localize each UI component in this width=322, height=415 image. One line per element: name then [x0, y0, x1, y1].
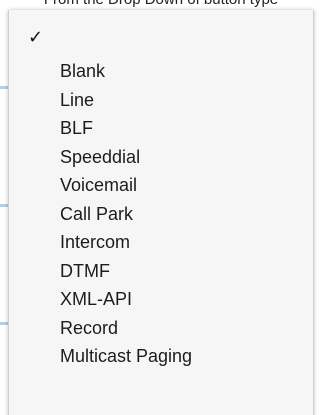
menu-item-xml-api[interactable]: XML-API [60, 288, 192, 317]
menu-item-intercom[interactable]: Intercom [60, 231, 192, 260]
screenshot-page: From the Drop Down of button type ✓ Blan… [0, 0, 322, 415]
menu-item-record[interactable]: Record [60, 317, 192, 346]
background-field-marker [0, 322, 8, 325]
background-field-marker [0, 86, 8, 89]
menu-item-blank[interactable]: Blank [60, 60, 192, 89]
menu-item-call-park[interactable]: Call Park [60, 203, 192, 232]
menu-item-line[interactable]: Line [60, 89, 192, 118]
menu-item-multicast-paging[interactable]: Multicast Paging [60, 345, 192, 374]
dropdown-options: Blank Line BLF Speeddial Voicemail Call … [60, 60, 192, 374]
background-heading: From the Drop Down of button type [0, 0, 322, 8]
background-field-marker [0, 204, 8, 207]
button-type-dropdown-menu[interactable]: ✓ Blank Line BLF Speeddial Voicemail Cal… [8, 10, 314, 415]
checkmark-icon: ✓ [28, 27, 44, 47]
menu-item-blf[interactable]: BLF [60, 117, 192, 146]
menu-item-dtmf[interactable]: DTMF [60, 260, 192, 289]
menu-item-speeddial[interactable]: Speeddial [60, 146, 192, 175]
menu-item-voicemail[interactable]: Voicemail [60, 174, 192, 203]
